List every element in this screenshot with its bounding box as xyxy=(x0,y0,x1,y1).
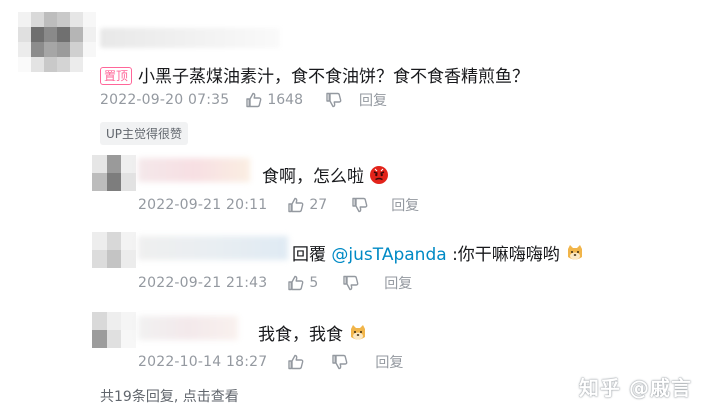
doge-icon xyxy=(565,243,585,268)
dislike-icon[interactable] xyxy=(331,353,349,371)
like-count: 27 xyxy=(309,197,328,213)
comment-date: 2022-10-14 18:27 xyxy=(138,354,268,370)
reply-button[interactable]: 回复 xyxy=(359,90,387,110)
reply-meta: 2022-10-14 18:27 回复 xyxy=(138,352,403,372)
avatar[interactable] xyxy=(18,12,96,72)
main-comment-text: 置顶 小黑子蒸煤油素汁，食不食油饼？食不食香精煎鱼？ xyxy=(100,62,529,87)
comment-date: 2022-09-20 07:35 xyxy=(100,92,230,108)
reply-username-blurred[interactable] xyxy=(138,316,238,340)
dislike-icon[interactable] xyxy=(325,91,343,109)
reply-button[interactable]: 回复 xyxy=(384,273,412,293)
reply-prefix: 回覆 xyxy=(292,245,326,265)
reply-meta: 2022-09-21 21:43 5 回复 xyxy=(138,273,412,293)
doge-icon xyxy=(348,323,368,348)
comment-date: 2022-09-21 21:43 xyxy=(138,275,268,291)
reply-username-blurred[interactable] xyxy=(138,236,288,260)
like-icon[interactable] xyxy=(245,91,263,109)
like-icon[interactable] xyxy=(287,353,305,371)
zhihu-watermark: 知乎 @戚言 xyxy=(579,376,692,400)
reply-text: 食啊，怎么啦 xyxy=(262,162,389,190)
reply-text: 我食，我食 xyxy=(258,320,368,348)
reply-button[interactable]: 回复 xyxy=(391,195,419,215)
reply-username-blurred[interactable] xyxy=(138,158,250,182)
reply-meta: 2022-09-21 20:11 27 回复 xyxy=(138,195,419,215)
reply-button[interactable]: 回复 xyxy=(375,352,403,372)
dislike-icon[interactable] xyxy=(351,196,369,214)
reply-text: 回覆 @jusTApanda :你干嘛嗨嗨哟 xyxy=(292,240,585,268)
reply-avatar[interactable] xyxy=(92,155,136,191)
main-comment-meta: 2022-09-20 07:35 1648 回复 xyxy=(100,90,387,110)
mention-link[interactable]: @jusTApanda xyxy=(331,245,446,265)
username-blurred[interactable] xyxy=(100,28,280,48)
pinned-badge: 置顶 xyxy=(100,67,133,85)
dislike-icon[interactable] xyxy=(342,274,360,292)
like-icon[interactable] xyxy=(287,274,305,292)
like-count: 5 xyxy=(309,275,319,291)
like-count: 1648 xyxy=(267,92,303,108)
like-icon[interactable] xyxy=(287,196,305,214)
reply-avatar[interactable] xyxy=(92,312,136,348)
angry-face-icon xyxy=(369,165,389,190)
view-more-replies-link[interactable]: 共19条回复, 点击查看 xyxy=(100,386,239,406)
reply-avatar[interactable] xyxy=(92,232,136,268)
up-liked-tag: UP主觉得很赞 xyxy=(100,122,189,145)
comment-date: 2022-09-21 20:11 xyxy=(138,197,268,213)
